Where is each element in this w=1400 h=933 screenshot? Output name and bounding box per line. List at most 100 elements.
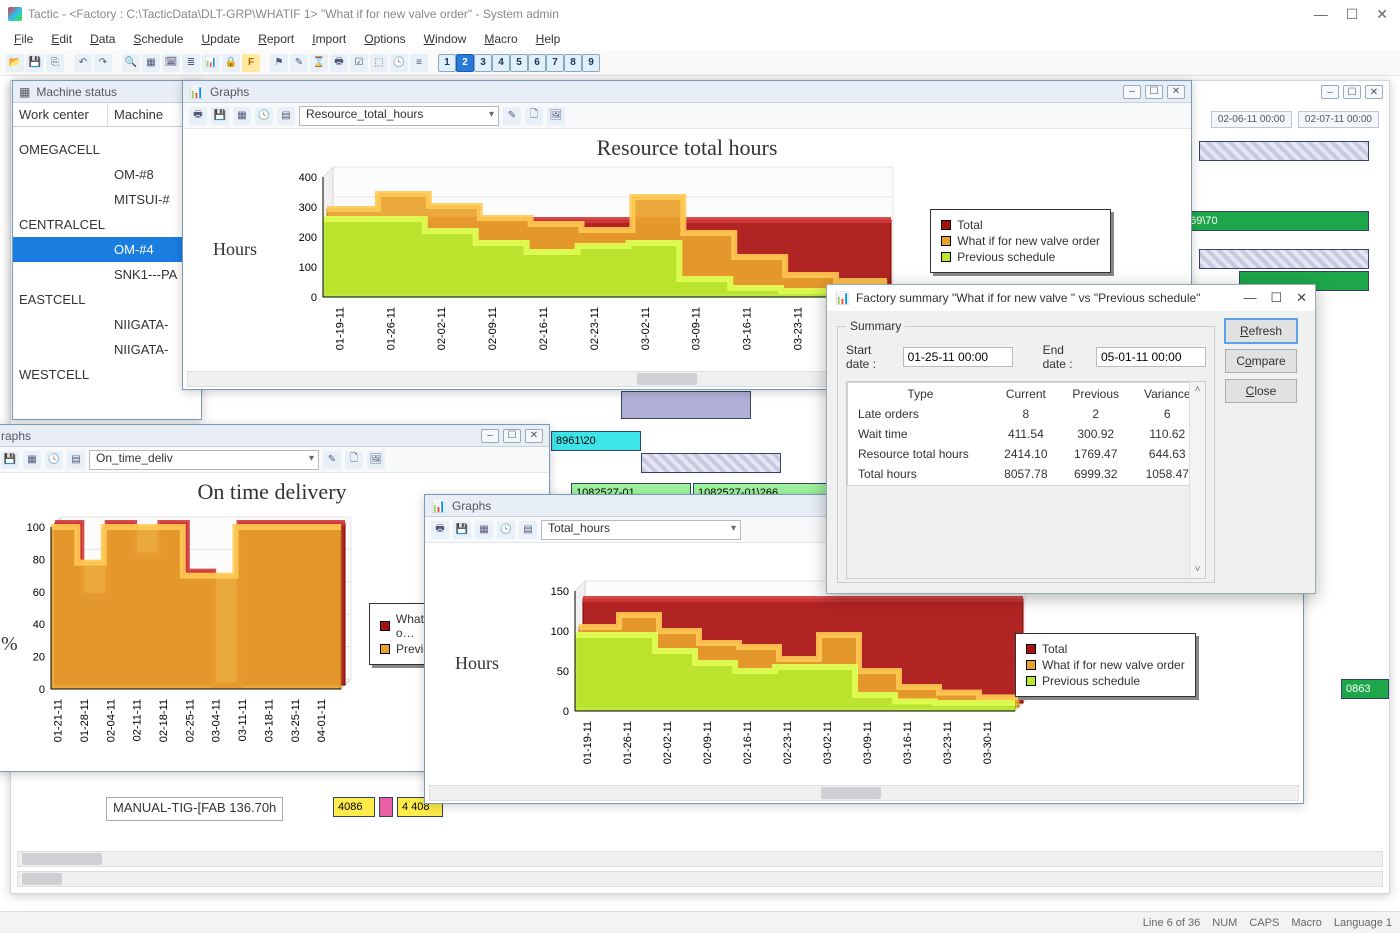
menu-update[interactable]: Update	[193, 30, 248, 48]
end-date-input[interactable]	[1096, 347, 1206, 367]
schedule-button-8[interactable]: 8	[564, 54, 582, 72]
dialog-close-icon[interactable]: ✕	[1296, 290, 1307, 306]
machine-status-row[interactable]: EASTCELL	[13, 287, 201, 312]
new-icon[interactable]: 🗋	[345, 451, 363, 469]
clock-icon[interactable]: 🕓	[45, 451, 63, 469]
machine-status-row[interactable]: OM-#8	[13, 162, 201, 187]
toolbar-misc2-icon[interactable]: ✎	[290, 54, 308, 72]
toolbar-misc7-icon[interactable]: 🕓	[390, 54, 408, 72]
child-close-icon[interactable]: ✕	[525, 429, 543, 443]
gantt-bar[interactable]	[1199, 141, 1369, 161]
grid-icon[interactable]: ▦	[475, 521, 493, 539]
toolbar-saveall-icon[interactable]: ⎘	[46, 54, 64, 72]
schedule-button-7[interactable]: 7	[546, 54, 564, 72]
gantt-bar[interactable]: 569\70	[1179, 211, 1369, 231]
schedule-button-5[interactable]: 5	[510, 54, 528, 72]
toolbar-filter-icon[interactable]: F	[242, 54, 260, 72]
bg-min-icon[interactable]: –	[1321, 85, 1339, 99]
column-header[interactable]: Work center	[13, 103, 108, 126]
toolbar-lock-icon[interactable]: 🔒	[222, 54, 240, 72]
machine-status-row[interactable]: OMEGACELL	[13, 137, 201, 162]
machine-status-row[interactable]: NIIGATA-	[13, 312, 201, 337]
grid-icon[interactable]: ▦	[23, 451, 41, 469]
window-maximize-button[interactable]: ☐	[1346, 6, 1359, 23]
menu-data[interactable]: Data	[82, 30, 123, 48]
clock-icon[interactable]: 🕓	[497, 521, 515, 539]
toolbar-list-icon[interactable]: ≣	[182, 54, 200, 72]
print-icon[interactable]: 🖶	[431, 521, 449, 539]
toolbar-chart-icon[interactable]: 📊	[202, 54, 220, 72]
machine-status-row[interactable]: OM-#4	[13, 237, 201, 262]
machine-status-row[interactable]: CENTRALCEL	[13, 212, 201, 237]
child-max-icon[interactable]: ☐	[1145, 85, 1163, 99]
child-max-icon[interactable]: ☐	[503, 429, 521, 443]
window-close-button[interactable]: ✕	[1376, 6, 1388, 23]
gantt-bar[interactable]: 4086	[333, 797, 375, 817]
machine-status-row[interactable]: NIIGATA-	[13, 337, 201, 362]
bg-window-controls[interactable]: – ☐ ✕	[1321, 85, 1383, 99]
menu-file[interactable]: File	[6, 30, 41, 48]
compare-button[interactable]: Compare	[1225, 349, 1297, 373]
gantt-bar[interactable]: 0863	[1341, 679, 1389, 699]
print-icon[interactable]: 🖶	[189, 107, 207, 125]
menu-report[interactable]: Report	[250, 30, 302, 48]
toolbar-misc8-icon[interactable]: ≡	[410, 54, 428, 72]
gantt-bar[interactable]: 8961\20	[551, 431, 641, 451]
schedule-button-1[interactable]: 1	[438, 54, 456, 72]
image-icon[interactable]: 🖼	[367, 451, 385, 469]
toolbar-calendar-icon[interactable]: 🗓	[162, 54, 180, 72]
schedule-button-2[interactable]: 2	[456, 54, 474, 72]
clock-icon[interactable]: 🕓	[255, 107, 273, 125]
machine-status-row[interactable]: SNK1---PA	[13, 262, 201, 287]
toolbar-save-icon[interactable]: 💾	[26, 54, 44, 72]
toolbar-grid-icon[interactable]: ▦	[142, 54, 160, 72]
toolbar-undo-icon[interactable]: ↶	[74, 54, 92, 72]
edit-icon[interactable]: ✎	[323, 451, 341, 469]
refresh-button[interactable]: Refresh	[1225, 319, 1297, 343]
gantt-bar[interactable]	[1199, 249, 1369, 269]
scrollbar-horizontal[interactable]	[17, 871, 1383, 887]
toolbar-find-icon[interactable]: 🔍	[122, 54, 140, 72]
chart-selector[interactable]: Total_hours	[541, 520, 741, 540]
toolbar-redo-icon[interactable]: ↷	[94, 54, 112, 72]
chart-selector[interactable]: Resource_total_hours	[299, 106, 499, 126]
image-icon[interactable]: 🖼	[547, 107, 565, 125]
schedule-button-3[interactable]: 3	[474, 54, 492, 72]
child-min-icon[interactable]: –	[1123, 85, 1141, 99]
child-close-icon[interactable]: ✕	[1167, 85, 1185, 99]
menu-schedule[interactable]: Schedule	[125, 30, 191, 48]
scrollbar-vertical[interactable]: ˄ ˅	[1189, 382, 1205, 578]
menu-edit[interactable]: Edit	[43, 30, 80, 48]
toolbar-misc3-icon[interactable]: ⌛	[310, 54, 328, 72]
menu-import[interactable]: Import	[304, 30, 354, 48]
bg-max-icon[interactable]: ☐	[1343, 85, 1361, 99]
child-min-icon[interactable]: –	[481, 429, 499, 443]
window-minimize-button[interactable]: —	[1314, 6, 1328, 23]
toolbar-misc4-icon[interactable]: 🖶	[330, 54, 348, 72]
dialog-max-icon[interactable]: ☐	[1270, 290, 1282, 306]
scrollbar-horizontal[interactable]	[17, 851, 1383, 867]
new-icon[interactable]: 🗋	[525, 107, 543, 125]
schedule-button-9[interactable]: 9	[582, 54, 600, 72]
chart-selector[interactable]: On_time_deliv	[89, 450, 319, 470]
menu-macro[interactable]: Macro	[476, 30, 525, 48]
save-icon[interactable]: 💾	[211, 107, 229, 125]
close-button[interactable]: Close	[1225, 379, 1297, 403]
toolbar-open-icon[interactable]: 📂	[6, 54, 24, 72]
menu-help[interactable]: Help	[528, 30, 569, 48]
table-icon[interactable]: ▤	[519, 521, 537, 539]
schedule-button-4[interactable]: 4	[492, 54, 510, 72]
machine-status-row[interactable]	[13, 127, 201, 137]
edit-icon[interactable]: ✎	[503, 107, 521, 125]
toolbar-misc1-icon[interactable]: ⚑	[270, 54, 288, 72]
table-icon[interactable]: ▤	[67, 451, 85, 469]
machine-status-row[interactable]: WESTCELL	[13, 362, 201, 387]
save-icon[interactable]: 💾	[1, 451, 19, 469]
gantt-bar[interactable]	[621, 391, 751, 419]
start-date-input[interactable]	[903, 347, 1013, 367]
scrollbar-horizontal[interactable]	[429, 785, 1299, 801]
grid-icon[interactable]: ▦	[233, 107, 251, 125]
menu-options[interactable]: Options	[356, 30, 413, 48]
table-icon[interactable]: ▤	[277, 107, 295, 125]
schedule-button-6[interactable]: 6	[528, 54, 546, 72]
